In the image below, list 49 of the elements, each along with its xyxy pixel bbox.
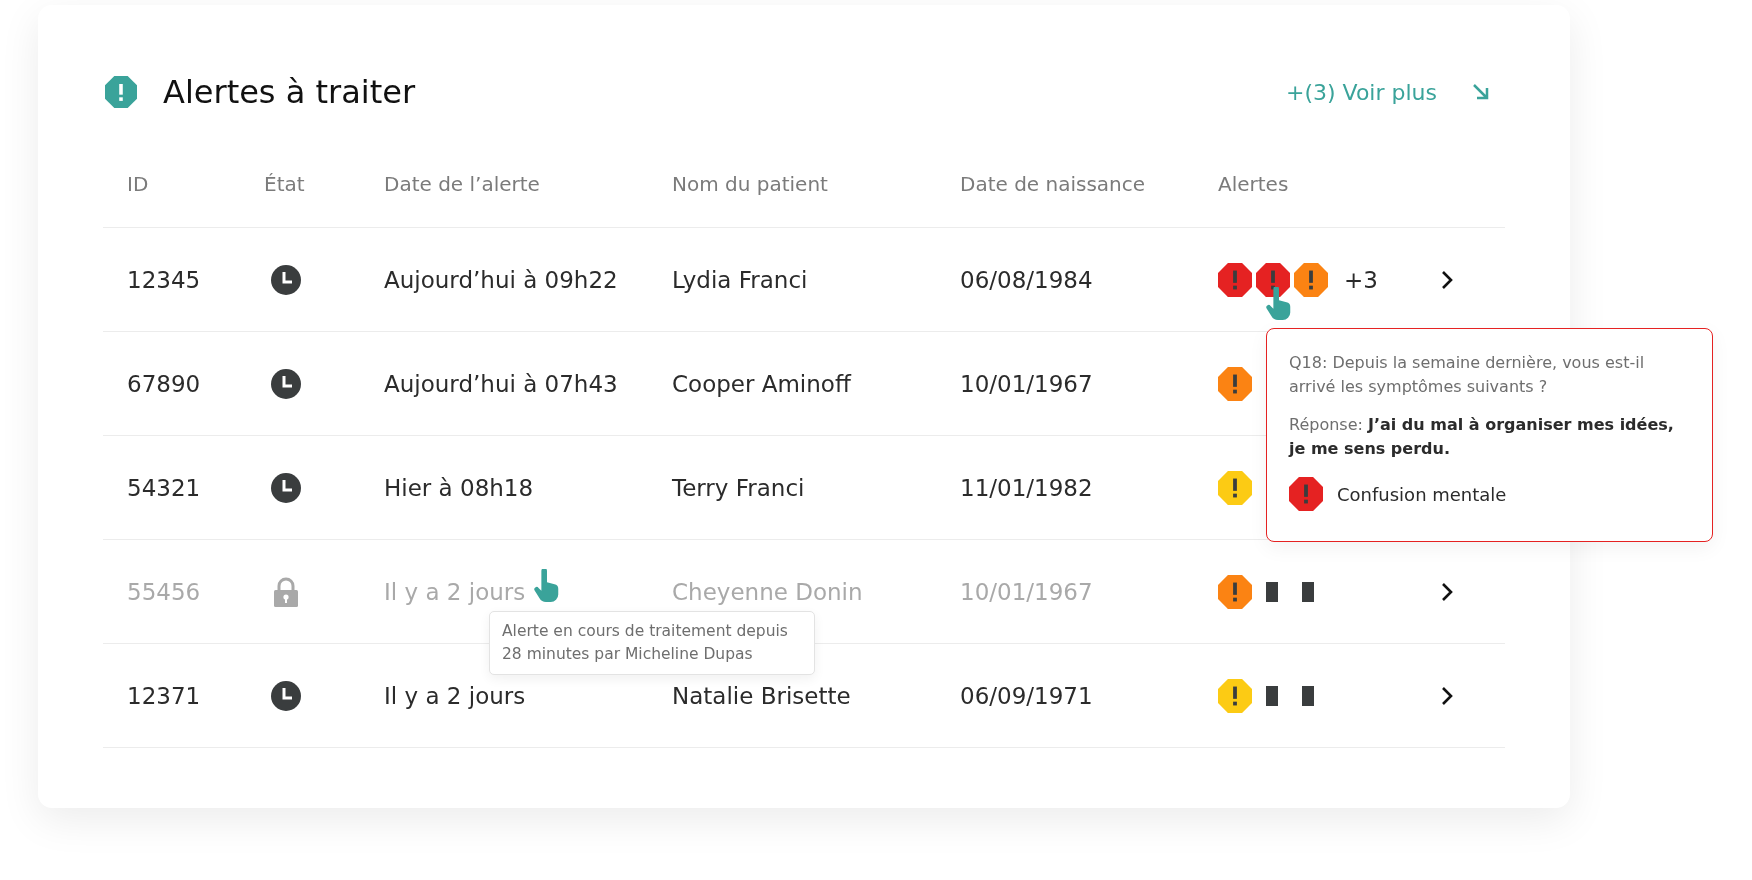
table-cell: 06/09/1971 [960,682,1093,709]
see-more-link[interactable]: +(3) Voir plus [1285,79,1437,105]
alert-icon[interactable] [1218,366,1252,401]
chevron-right-icon[interactable] [1440,685,1454,706]
question-text: Q18: Depuis la semaine dernière, vous est-il arrivé les symptômes suivants ? [1289,352,1646,398]
placeholder-bar [1266,685,1278,706]
placeholder-bar [1302,581,1314,602]
alert-icon[interactable] [1218,678,1252,713]
table-cell: Hier à 08h18 [384,474,534,501]
table-cell: Cooper Aminoff [672,370,851,397]
table-cell: Terry Franci [672,474,805,501]
alert-icon[interactable] [1218,470,1252,505]
table-cell: 12371 [127,682,201,709]
chevron-right-icon[interactable] [1440,269,1454,290]
alert-icon[interactable] [1294,262,1328,297]
tooltip: Alerte en cours de traitement depuis 28 minutes par Micheline Dupas [489,611,815,675]
column-header: Alertes [1217,172,1290,196]
table-cell: Il y a 2 jours [384,682,526,709]
table-cell: Aujourd’hui à 07h43 [384,370,618,397]
column-header: Nom du patient [671,172,829,196]
placeholder-bar [1266,581,1278,602]
table-cell: Cheyenne Donin [672,578,863,605]
placeholder-bar [1302,685,1314,706]
chevron-right-icon[interactable] [1440,581,1454,602]
answer-text: Réponse: J’ai du mal à organiser mes idées, je me sens perdu. [1289,414,1675,460]
alert-icon[interactable] [1256,262,1290,297]
table-cell: Aujourd’hui à 09h22 [384,266,618,293]
column-header: État [263,172,306,196]
column-header: Date de l’alerte [383,172,541,196]
table-cell: 06/08/1984 [960,266,1093,293]
more-count: +3 [1344,266,1378,293]
alert-icon [105,76,137,108]
column-header: Date de naissance [959,172,1147,196]
table-cell: Lydia Franci [672,266,808,293]
column-header: ID [126,172,150,196]
alert-icon[interactable] [1218,574,1252,609]
symptom-label: Confusion mentale [1337,483,1507,505]
table-cell: 67890 [127,370,201,397]
table-cell: 12345 [127,266,201,293]
arrow-icon[interactable] [1471,82,1491,102]
table-cell: Il y a 2 jours [384,578,526,605]
table-cell: 54321 [127,474,201,501]
table-cell: 10/01/1967 [960,370,1093,397]
table-cell: 11/01/1982 [960,474,1093,501]
alert-icon[interactable] [1218,262,1252,297]
table-cell: 55456 [127,578,201,605]
card-title: Alertes à traiter [163,73,416,111]
table-cell: 10/01/1967 [960,578,1093,605]
table-cell: Natalie Brisette [672,682,851,709]
